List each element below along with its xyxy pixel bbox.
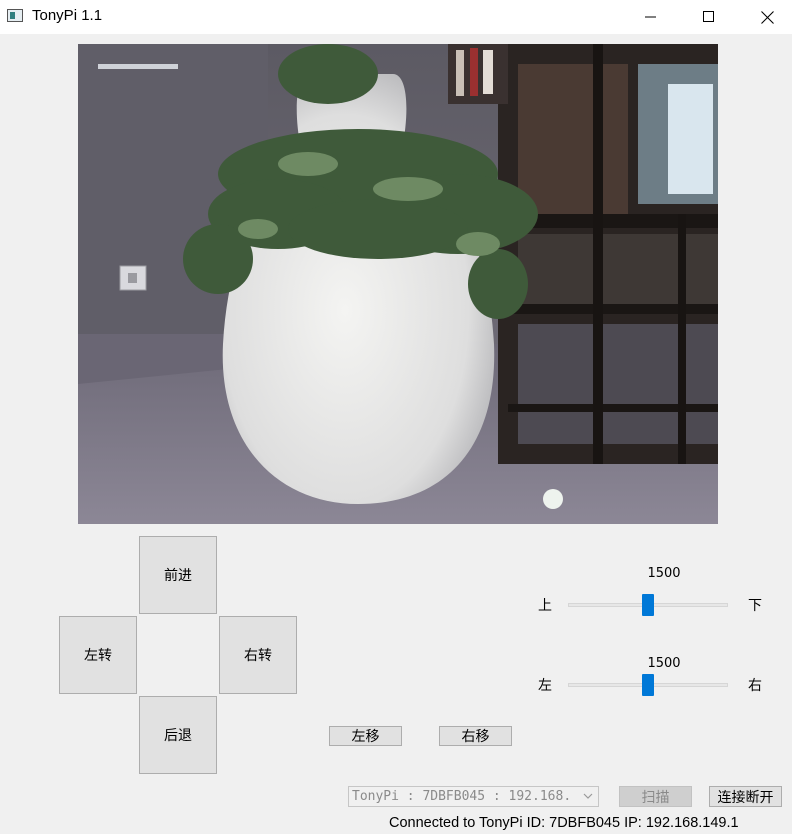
shift-left-button[interactable]: 左移: [329, 726, 402, 746]
app-icon: [7, 9, 23, 22]
camera-feed-image: [78, 44, 718, 524]
turn-right-label: 右转: [244, 648, 272, 664]
turn-left-label: 左转: [84, 648, 112, 664]
turn-right-button[interactable]: 右转: [219, 616, 297, 694]
shift-right-label: 右移: [461, 729, 490, 745]
minimize-icon: [645, 16, 656, 18]
camera-feed: [78, 44, 718, 524]
maximize-icon: [703, 11, 714, 22]
forward-button[interactable]: 前进: [139, 536, 217, 614]
head-pan-handle[interactable]: [642, 674, 654, 696]
title-bar: TonyPi 1.1: [0, 0, 792, 34]
device-select[interactable]: TonyPi : 7DBFB045 : 192.168.: [348, 786, 599, 807]
scan-button[interactable]: 扫描: [619, 786, 692, 807]
forward-label: 前进: [164, 568, 192, 584]
chevron-down-icon: [583, 793, 593, 799]
head-pan-value: 1500: [647, 656, 681, 671]
backward-label: 后退: [164, 728, 192, 744]
head-tilt-value: 1500: [647, 566, 681, 581]
shift-left-label: 左移: [351, 729, 380, 745]
disconnect-button[interactable]: 连接断开: [709, 786, 782, 807]
scan-label: 扫描: [641, 789, 670, 806]
device-select-value: TonyPi : 7DBFB045 : 192.168.: [352, 789, 572, 804]
close-button[interactable]: [738, 0, 792, 34]
head-tilt-min-label: 上: [538, 598, 552, 614]
shift-right-button[interactable]: 右移: [439, 726, 512, 746]
disconnect-label: 连接断开: [717, 789, 774, 806]
connection-status: Connected to TonyPi ID: 7DBFB045 IP: 192…: [389, 815, 739, 831]
head-pan-max-label: 右: [748, 678, 762, 694]
head-pan-min-label: 左: [538, 678, 552, 694]
maximize-button[interactable]: [680, 0, 738, 34]
window-title: TonyPi 1.1: [32, 7, 103, 24]
turn-left-button[interactable]: 左转: [59, 616, 137, 694]
head-tilt-handle[interactable]: [642, 594, 654, 616]
backward-button[interactable]: 后退: [139, 696, 217, 774]
close-icon: [760, 10, 774, 24]
head-tilt-max-label: 下: [748, 598, 762, 614]
minimize-button[interactable]: [622, 0, 680, 34]
